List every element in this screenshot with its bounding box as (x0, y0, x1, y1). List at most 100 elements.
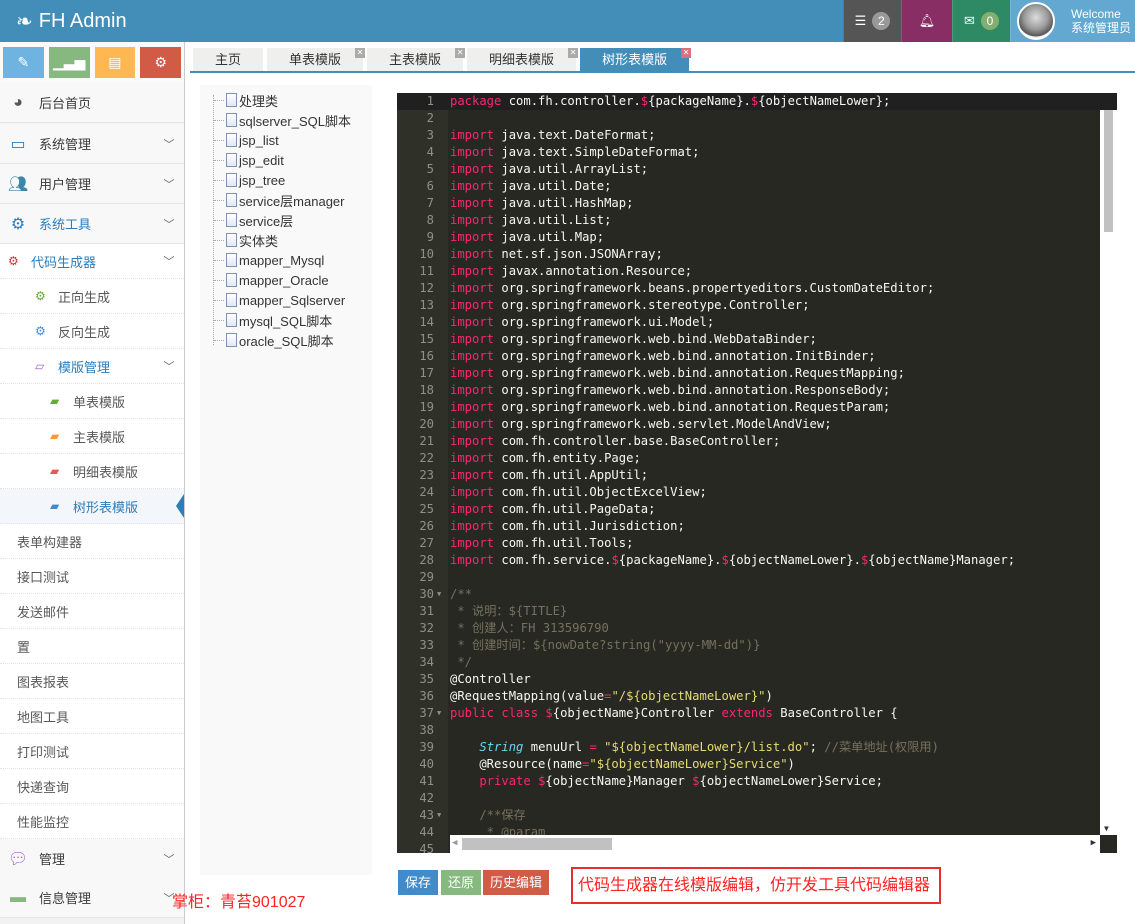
line-number: 45 (419, 842, 434, 853)
save-button[interactable]: 保存 (398, 870, 439, 895)
line-number: 24 (419, 485, 434, 499)
tree-item[interactable]: jsp_edit (214, 150, 284, 170)
code-line: import com.fh.util.ObjectExcelView; (450, 485, 707, 499)
tree-item[interactable]: oracle_SQL脚本 (214, 330, 334, 350)
line-number: 27 (419, 536, 434, 550)
sidebar-subitem[interactable]: 图表报表 (0, 664, 184, 699)
tree-item[interactable]: 实体类 (213, 230, 278, 250)
line-number: 32 (419, 621, 434, 635)
tree-item[interactable]: mapper_Sqlserver (213, 290, 345, 310)
sidebar-item[interactable]: ◕ 后台首页 (0, 83, 184, 123)
history-button[interactable]: 历史编辑 (483, 870, 550, 895)
tree-item[interactable]: sqlserver_SQL脚本 (214, 110, 351, 130)
sidebar-subitem[interactable]: 发送邮件 (0, 594, 184, 629)
brand[interactable]: ❧ FH Admin (16, 9, 127, 34)
horizontal-scrollbar[interactable]: ◀ ▶ (450, 835, 1100, 853)
sidebar-subitem[interactable]: 置 (0, 629, 184, 664)
pencil-icon[interactable]: ✎ (3, 47, 44, 78)
line-number: 11 (419, 264, 434, 278)
code-line: import com.fh.util.Tools; (450, 536, 634, 550)
cogs-icon[interactable]: ⚙ (140, 47, 181, 78)
code-editor[interactable]: 1 package com.fh.controller.${packageName… (397, 93, 1117, 853)
book-icon[interactable]: ▤ (94, 47, 136, 78)
tree-item[interactable]: mysql_SQL脚本 (213, 310, 332, 330)
sidebar-item[interactable]: ▭ 系统管理 ﹀ (0, 124, 184, 164)
code-line: import org.springframework.web.servlet.M… (450, 417, 832, 431)
tree-item[interactable]: mapper_Oracle (214, 270, 329, 290)
sidebar-subitem[interactable]: ▰ 单表模版 (0, 384, 184, 419)
tasks-button[interactable]: ☰ 2 (843, 0, 901, 42)
code-line: package com.fh.controller.${packageName}… (450, 94, 891, 108)
sidebar-item[interactable]: ⚙ 系统工具 ﹀ (0, 204, 184, 244)
tab[interactable]: 树形表模版 ✕ (580, 48, 692, 72)
code-line: import java.util.List; (450, 213, 612, 227)
restore-button[interactable]: 还原 (441, 870, 482, 895)
sidebar-item[interactable]: 👥︎ 用户管理 ﹀ (0, 164, 184, 204)
close-icon[interactable]: ✕ (568, 48, 579, 58)
chevron-down-icon: ﹀ (163, 218, 175, 231)
tab[interactable]: 单表模版 ✕ (267, 48, 366, 72)
tab[interactable]: 主表模版 ✕ (367, 48, 466, 72)
cog-icon: ⚙ (10, 215, 26, 233)
close-icon[interactable]: ✕ (455, 48, 466, 58)
line-number: 26 (419, 519, 434, 533)
tree-item[interactable]: jsp_tree (213, 170, 285, 190)
line-number: 31 (419, 604, 434, 618)
tree-item[interactable]: jsp_list (214, 130, 279, 150)
file-icon (226, 193, 237, 207)
code-line: import org.springframework.web.bind.anno… (450, 383, 891, 397)
tree-item[interactable]: service层manager (214, 190, 345, 210)
file-icon (226, 153, 237, 167)
welcome-text: Welcome (1071, 7, 1121, 21)
folder-open-icon: ▰ (50, 429, 60, 443)
sidebar-subitem[interactable]: 地图工具 (0, 699, 184, 734)
sidebar-subitem[interactable]: ▰ 树形表模版 (0, 489, 184, 524)
line-number: 17 (419, 366, 434, 380)
line-number: 43 (419, 808, 434, 822)
sidebar-subitem[interactable]: ⚙ 反向生成 (0, 314, 184, 349)
line-number: 7 (426, 196, 434, 210)
line-number: 20 (419, 417, 434, 431)
sidebar-subitem[interactable]: 接口测试 (0, 559, 184, 594)
close-icon[interactable]: ✕ (355, 48, 366, 58)
sidebar-subitem[interactable]: ⚙ 代码生成器 ﹀ (0, 244, 184, 279)
tree-item[interactable]: 处理类 (213, 90, 278, 110)
sidebar-subitem[interactable]: ▰ 明细表模版 (0, 454, 184, 489)
file-icon (226, 213, 237, 227)
fold-arrow-icon[interactable]: ▼ (437, 705, 441, 722)
tab[interactable]: 主页 (193, 48, 264, 72)
line-number: 23 (419, 468, 434, 482)
sidebar-subitem[interactable]: ▱ 模版管理 ﹀ (0, 349, 184, 384)
code-line: import com.fh.util.AppUtil; (450, 468, 649, 482)
file-icon (226, 273, 237, 287)
tree-item[interactable]: mapper_Mysql (213, 250, 324, 270)
sidebar-item[interactable]: 💬︎ 管理 ﹀ (0, 839, 184, 879)
fold-arrow-icon[interactable]: ▼ (437, 586, 441, 603)
sidebar-subitem[interactable]: 打印测试 (0, 734, 184, 769)
tree-item[interactable]: service层 (213, 210, 293, 230)
vertical-scrollbar[interactable]: ▼ (1100, 110, 1117, 835)
sidebar-subitem[interactable]: ▰ 主表模版 (0, 419, 184, 454)
notifications-button[interactable]: 🔔︎ (901, 0, 952, 42)
messages-button[interactable]: ✉ 0 (952, 0, 1010, 42)
sidebar-item[interactable]: ▬ 信息管理 ﹀ (0, 878, 184, 918)
annotation-box: 代码生成器在线模版编辑，仿开发工具代码编辑器 (571, 867, 941, 904)
tab[interactable]: 明细表模版 ✕ (467, 48, 579, 72)
sidebar-subitem[interactable]: 快递查询 (0, 769, 184, 804)
line-number: 44 (419, 825, 434, 839)
folder-open-icon: ▰ (50, 394, 60, 408)
watermark: 掌柜：青苔901027 (172, 894, 306, 911)
fold-arrow-icon[interactable]: ▼ (437, 807, 441, 824)
envelope-icon: ✉ (964, 13, 975, 28)
sidebar-subitem[interactable]: 表单构建器 (0, 524, 184, 559)
line-number: 3 (426, 128, 434, 142)
tab-underline (190, 71, 1135, 73)
cogs-icon: ⚙ (35, 324, 46, 338)
signal-icon[interactable]: ▁▃▅ (48, 47, 90, 78)
close-icon[interactable]: ✕ (681, 48, 692, 58)
user-menu[interactable]: Welcome 系统管理员 (1010, 0, 1135, 42)
sidebar-subitem[interactable]: 性能监控 (0, 804, 184, 839)
chevron-down-icon: ﹀ (163, 138, 175, 151)
line-number: 21 (419, 434, 434, 448)
sidebar-subitem[interactable]: ⚙ 正向生成 (0, 279, 184, 314)
